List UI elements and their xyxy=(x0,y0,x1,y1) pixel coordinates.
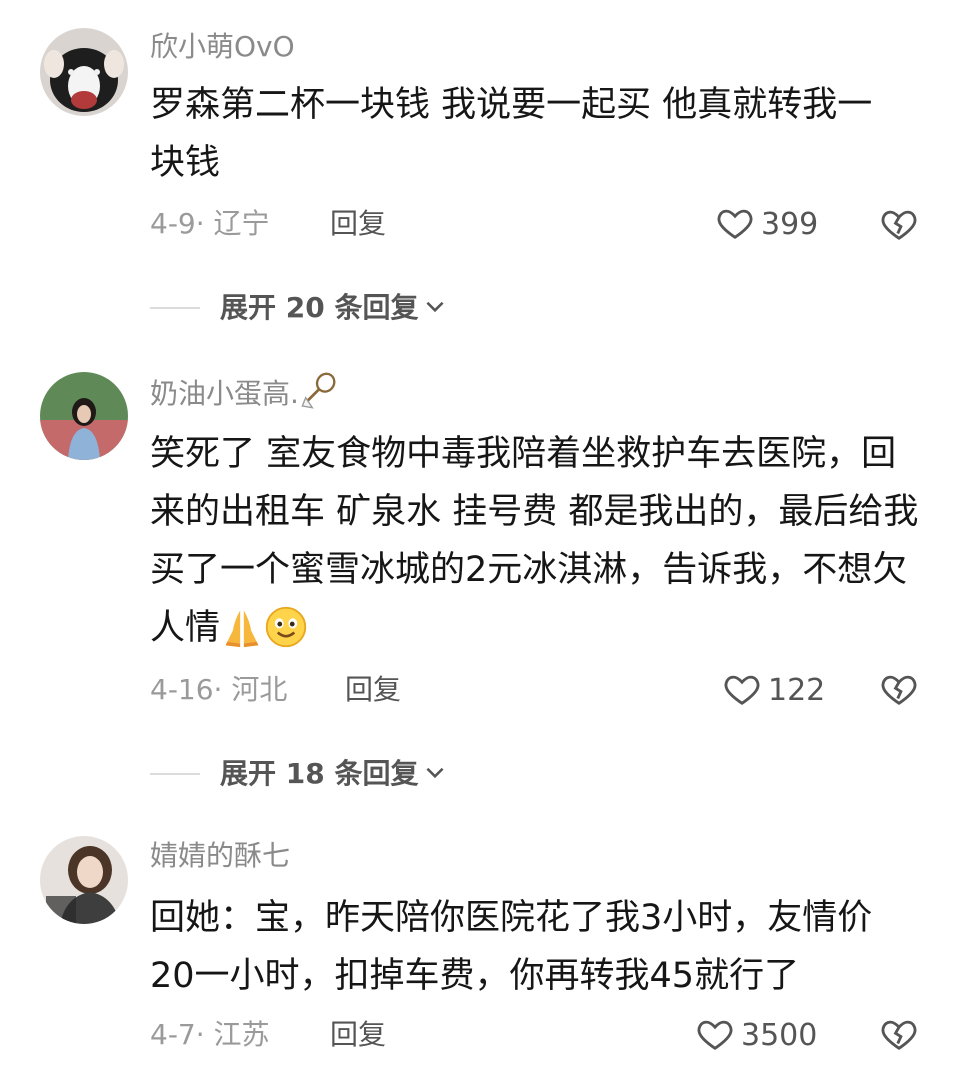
heart-icon xyxy=(722,670,762,712)
broken-heart-icon xyxy=(880,675,918,712)
divider xyxy=(150,307,200,309)
expand-label: 展开 18 条回复 xyxy=(220,757,419,790)
like-button[interactable]: 122 xyxy=(722,670,825,712)
chevron-down-icon xyxy=(418,293,448,323)
badminton-icon xyxy=(299,371,339,411)
comment-meta: 4-16· 河北 xyxy=(150,673,288,706)
reply-button[interactable]: 回复 xyxy=(330,204,386,244)
avatar[interactable] xyxy=(40,836,128,924)
like-count: 399 xyxy=(761,207,819,242)
expand-label: 展开 20 条回复 xyxy=(220,291,419,324)
pray-emoji-icon xyxy=(220,605,264,649)
reply-button[interactable]: 回复 xyxy=(330,1015,386,1055)
divider xyxy=(150,773,200,775)
like-count: 3500 xyxy=(741,1018,818,1053)
heart-icon xyxy=(695,1015,735,1057)
broken-heart-icon xyxy=(880,210,918,247)
like-button[interactable]: 3500 xyxy=(695,1015,817,1057)
like-button[interactable]: 399 xyxy=(715,204,818,246)
comment-text: 罗森第二杯一块钱 我说要一起买 他真就转我一块钱 xyxy=(150,85,873,183)
reply-button[interactable]: 回复 xyxy=(345,670,401,710)
comment-text: 回她：宝，昨天陪你医院花了我3小时，友情价20一小时，扣掉车费，你再转我45就行… xyxy=(150,898,873,996)
dislike-button[interactable] xyxy=(880,1015,918,1053)
chevron-down-icon xyxy=(418,759,448,789)
expand-replies[interactable]: 展开 20 条回复 xyxy=(150,288,448,328)
username[interactable]: 欣小萌OvO xyxy=(150,27,295,67)
avatar[interactable] xyxy=(40,372,128,460)
comment-meta: 4-9· 辽宁 xyxy=(150,207,270,240)
expand-replies[interactable]: 展开 18 条回复 xyxy=(150,754,448,794)
smile-emoji-icon xyxy=(264,605,308,649)
dislike-button[interactable] xyxy=(880,670,918,708)
like-count: 122 xyxy=(768,673,826,708)
username[interactable]: 婧婧的酥七 xyxy=(150,836,290,876)
heart-icon xyxy=(715,204,755,246)
broken-heart-icon xyxy=(880,1020,918,1057)
username[interactable]: 奶油小蛋高. xyxy=(150,371,339,414)
avatar[interactable] xyxy=(40,28,128,116)
dislike-button[interactable] xyxy=(880,205,918,243)
comment-meta: 4-7· 江苏 xyxy=(150,1018,270,1051)
comment-text: 笑死了 室友食物中毒我陪着坐救护车去医院，回来的出租车 矿泉水 挂号费 都是我出… xyxy=(150,425,920,657)
username-text: 奶油小蛋高. xyxy=(150,377,299,410)
